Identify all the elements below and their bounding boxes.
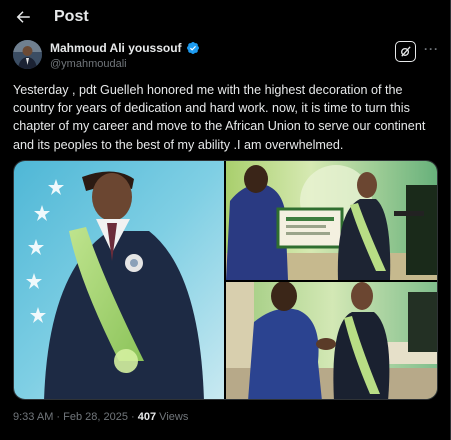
media-grid <box>13 160 438 400</box>
author-handle[interactable]: @ymahmoudali <box>50 58 127 70</box>
arrow-left-icon <box>16 11 30 23</box>
back-button[interactable] <box>10 4 36 30</box>
post-time[interactable]: 9:33 AM <box>13 411 53 423</box>
avatar-image <box>13 40 42 69</box>
meta-separator: · <box>127 411 138 423</box>
avatar[interactable] <box>13 40 42 69</box>
page-title: Post <box>54 8 89 25</box>
page-header: Post <box>0 0 450 34</box>
grok-button[interactable] <box>395 41 416 62</box>
post-text: Yesterday , pdt Guelleh honored me with … <box>13 83 426 152</box>
verified-badge-icon <box>186 42 199 54</box>
more-button[interactable]: ··· <box>424 42 439 56</box>
author-name-row[interactable]: Mahmoud Ali youssouf <box>50 41 200 55</box>
post-date[interactable]: Feb 28, 2025 <box>63 411 128 423</box>
photo-handshake-ceremony[interactable] <box>226 282 437 399</box>
photo-portrait-with-sash[interactable] <box>14 161 224 399</box>
post-meta: 9:33 AM · Feb 28, 2025 · 407 Views <box>13 411 188 423</box>
view-count: 407 <box>137 411 157 423</box>
more-icon: ··· <box>424 42 439 56</box>
grok-icon <box>401 46 411 57</box>
meta-separator: · <box>53 411 64 423</box>
photo-certificate-presentation[interactable] <box>226 161 437 280</box>
author-name[interactable]: Mahmoud Ali youssouf <box>50 41 182 55</box>
views-label: Views <box>156 411 189 423</box>
post-page: Post Mahmoud Ali youssouf @ymahmoudali ·… <box>0 0 451 440</box>
